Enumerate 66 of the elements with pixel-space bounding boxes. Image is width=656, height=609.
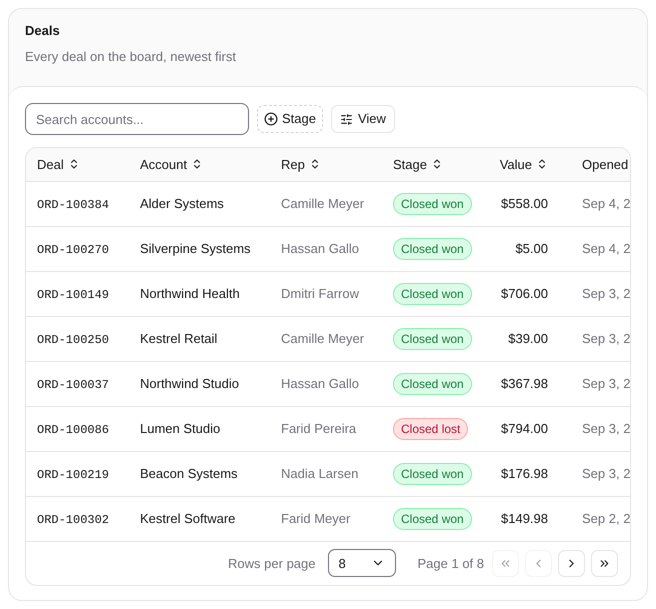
deal-value: $558.00 (501, 196, 548, 211)
stage-badge: Closed lost (393, 418, 468, 440)
opened-date: Sep 3, 2 (582, 376, 630, 391)
deal-value: $794.00 (501, 420, 548, 436)
deal-id: ORD-100086 (37, 422, 110, 436)
deal-id: ORD-100219 (37, 468, 110, 482)
account-name: Northwind Health (140, 286, 240, 301)
card-description: Every deal on the board, newest first (25, 48, 238, 66)
stage-badge: Closed won (393, 238, 472, 260)
search-field[interactable]: Search accounts... (25, 103, 249, 135)
plus-circle-icon (264, 112, 278, 126)
account-name: Silverpine Systems (140, 240, 251, 256)
sort-icon (536, 158, 548, 170)
deal-id: ORD-100250 (37, 332, 110, 346)
deal-value: $5.00 (515, 240, 548, 256)
opened-date: Sep 4, 2 (582, 240, 630, 256)
rep-name: Camille Meyer (281, 330, 364, 346)
stage-badge: Closed won (393, 508, 472, 530)
view-button[interactable]: View (330, 105, 395, 133)
stage-badge: Closed won (393, 192, 472, 214)
opened-date: Sep 2, 2 (582, 510, 630, 526)
stage-badge: Closed won (393, 328, 472, 350)
page-indicator: Page 1 of 8 (418, 554, 484, 573)
account-name: Northwind Studio (140, 376, 239, 391)
deal-id: ORD-100149 (37, 288, 110, 302)
rep-name: Dmitri Farrow (281, 286, 359, 301)
page-button[interactable] (591, 550, 618, 577)
opened-date: Sep 3, 2 (582, 420, 630, 436)
stage-badge: Closed won (393, 462, 472, 484)
stage-badge: Closed won (393, 282, 472, 304)
deal-id: ORD-100270 (37, 242, 110, 256)
opened-date: Sep 3, 2 (582, 286, 630, 301)
column-header[interactable]: Account (140, 154, 203, 174)
column-header[interactable]: Rep (281, 154, 321, 174)
sliders-icon (340, 112, 353, 126)
account-name: Kestrel Retail (140, 330, 218, 346)
deal-id: ORD-100037 (37, 378, 110, 392)
card-title: Deals (25, 22, 61, 40)
rows-per-page-label: Rows per page (228, 554, 316, 573)
account-name: Beacon Systems (140, 466, 238, 481)
deal-value: $706.00 (501, 286, 548, 301)
deal-id: ORD-100302 (37, 512, 110, 526)
rep-name: Hassan Gallo (281, 376, 360, 391)
column-header[interactable]: Stage (393, 154, 443, 174)
opened-date: Sep 3, 2 (582, 466, 630, 481)
stage-filter-button[interactable]: Stage (257, 105, 323, 133)
account-name: Lumen Studio (140, 420, 220, 436)
deal-id: ORD-100384 (37, 198, 110, 212)
rep-name: Farid Pereira (281, 420, 356, 436)
rows-per-page-select[interactable]: 8 (328, 549, 396, 578)
column-header[interactable]: Opened (582, 154, 628, 174)
rep-name: Camille Meyer (281, 196, 364, 211)
account-name: Alder Systems (140, 196, 224, 211)
stage-badge: Closed won (393, 372, 472, 394)
deal-value: $367.98 (501, 376, 548, 391)
rep-name: Farid Meyer (281, 510, 350, 526)
rep-name: Nadia Larsen (281, 466, 358, 481)
deal-value: $39.00 (508, 330, 548, 346)
column-header[interactable]: Value (500, 154, 548, 174)
rep-name: Hassan Gallo (281, 240, 360, 256)
column-header[interactable]: Deal (37, 154, 80, 174)
deal-value: $149.98 (501, 510, 548, 526)
deal-value: $176.98 (501, 466, 548, 481)
opened-date: Sep 3, 2 (582, 330, 630, 346)
account-name: Kestrel Software (140, 510, 236, 526)
opened-date: Sep 4, 2 (582, 196, 630, 211)
